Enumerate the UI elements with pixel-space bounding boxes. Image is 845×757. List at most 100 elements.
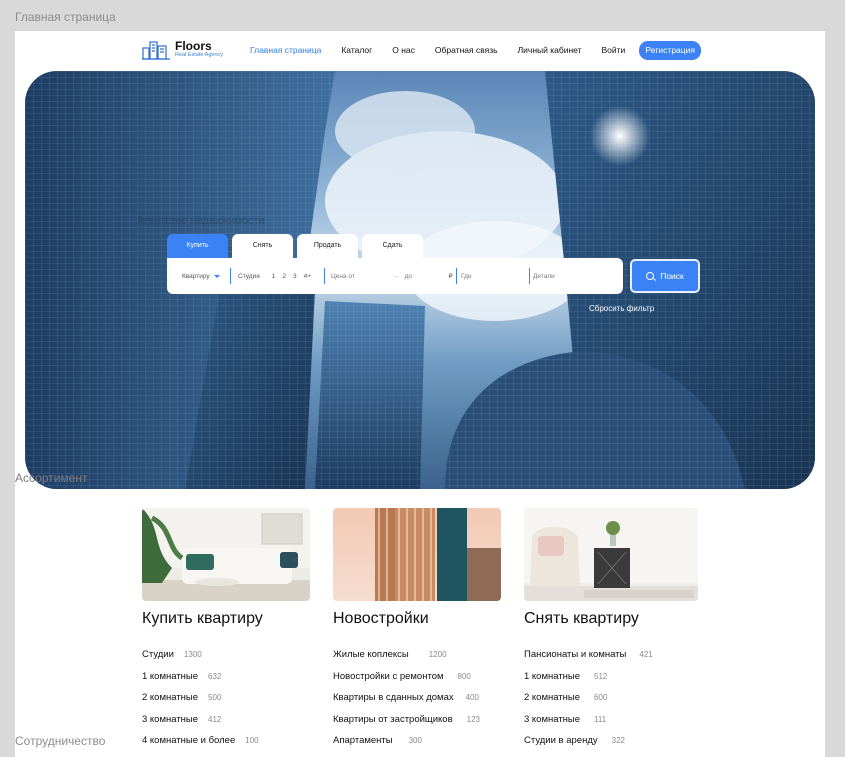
location-input[interactable]: Где (456, 268, 529, 284)
card-buy-apartment: Купить квартиру Студии 1300 1 комнатные 63… (142, 508, 310, 752)
buildings-logo-icon (142, 41, 170, 60)
list-item[interactable]: Студии в аренду 322 (524, 730, 698, 752)
item-label: Квартиры в сданных домах (333, 692, 454, 704)
item-label: 3 комнатные (524, 713, 581, 725)
deal-type-tabs: Купить Снять Продать Сдать (167, 234, 427, 258)
card-rent-apartment: Снять квартиру Пансионаты и комнаты 421 1… (524, 508, 698, 752)
item-label: 1 комнатные (142, 670, 199, 682)
search-button-label: Поиск (660, 271, 684, 281)
item-label: 2 комнатные (524, 692, 581, 704)
item-label: Жилые коплексы (333, 649, 409, 661)
item-count: 300 (408, 736, 422, 746)
site-header: Floors Real Estate Agency Главная страни… (15, 31, 825, 71)
main-nav: Главная страница Каталог О нас Обратная … (250, 40, 702, 60)
new-building-image[interactable] (333, 508, 501, 601)
details-input[interactable]: Детали (529, 268, 609, 284)
hero-banner: Агентство недвижимости Купить Снять Прод… (25, 71, 815, 489)
property-type-select[interactable]: Квартиру (167, 268, 230, 284)
ruble-icon: ₽ (448, 273, 453, 280)
nav-account[interactable]: Личный кабинет (518, 40, 582, 60)
list-item[interactable]: 1 комнатные 512 (524, 666, 698, 688)
list-item[interactable]: Апартаменты 300 (333, 730, 501, 752)
hero-title: Агентство недвижимости (137, 215, 265, 227)
nav-catalog[interactable]: Каталог (341, 40, 372, 60)
item-count: 600 (594, 693, 608, 703)
tab-buy[interactable]: Купить (167, 234, 228, 258)
location-placeholder: Где (461, 272, 472, 280)
list-item[interactable]: 2 комнатные 600 (524, 687, 698, 709)
item-label: 3 комнатные (142, 713, 199, 725)
tab-lease-out[interactable]: Сдать (362, 234, 423, 258)
living-room-image[interactable] (142, 508, 310, 601)
card-title: Снять квартиру (524, 610, 639, 627)
price-from-input[interactable]: Цена от (331, 273, 395, 280)
category-list: Жилые коплексы 1200 Новостройки с ремонто… (333, 644, 501, 752)
list-item[interactable]: 1 комнатные 632 (142, 666, 310, 688)
list-item[interactable]: Студии 1300 (142, 644, 310, 666)
list-item[interactable]: 2 комнатные 500 (142, 687, 310, 709)
item-count: 421 (639, 650, 653, 660)
list-item[interactable]: 3 комнатные 412 (142, 709, 310, 731)
card-title: Купить квартиру (142, 610, 263, 627)
item-count: 1300 (183, 650, 202, 660)
frame-label-assortment: Ассортимент (15, 471, 88, 485)
list-item[interactable]: Квартиры в сданных домах 400 (333, 687, 501, 709)
login-link[interactable]: Войти (602, 40, 626, 60)
logo-subtitle: Real Estate Agency (175, 51, 224, 58)
item-count: 400 (465, 693, 479, 703)
logo-name: Floors (175, 38, 212, 53)
card-new-buildings: Новостройки Жилые коплексы 1200 Новострой… (333, 508, 501, 752)
details-placeholder: Детали (533, 272, 555, 280)
rooms-option-2[interactable]: 2 (282, 273, 286, 280)
item-count: 123 (466, 714, 480, 724)
item-count: 800 (457, 671, 471, 681)
tab-rent[interactable]: Снять (232, 234, 293, 258)
list-item[interactable]: Квартиры от застройщиков 123 (333, 709, 501, 731)
rooms-option-1[interactable]: 1 (272, 273, 276, 280)
tab-sell[interactable]: Продать (297, 234, 358, 258)
frame-label-cooperation: Сотрудничество (15, 734, 106, 748)
item-count: 632 (208, 671, 222, 681)
price-to-input[interactable]: до (405, 273, 449, 280)
item-label: 4 комнатные и более (142, 735, 236, 747)
rooms-option-3[interactable]: 3 (293, 273, 297, 280)
item-count: 111 (594, 714, 607, 724)
item-label: 2 комнатные (142, 692, 199, 704)
item-label: Студии (142, 649, 174, 661)
nav-feedback[interactable]: Обратная связь (435, 40, 498, 60)
item-label: 1 комнатные (524, 670, 581, 682)
category-list: Студии 1300 1 комнатные 632 2 комнатные 500… (142, 644, 310, 752)
item-count: 412 (208, 714, 222, 724)
item-label: Апартаменты (333, 735, 393, 747)
card-title: Новостройки (333, 610, 429, 627)
list-item[interactable]: Жилые коплексы 1200 (333, 644, 501, 666)
list-item[interactable]: Новостройки с ремонтом 800 (333, 666, 501, 688)
list-item[interactable]: 4 комнатные и более 100 (142, 730, 310, 752)
rooms-option-4-plus[interactable]: 4+ (304, 273, 311, 280)
register-button[interactable]: Регистрация (639, 40, 702, 60)
price-separator: – (395, 272, 399, 280)
reset-filter-link[interactable]: Сбросить фильтр (589, 304, 654, 313)
rooms-filter: Студия 1 2 3 4+ (230, 268, 324, 284)
item-count: 512 (594, 671, 608, 681)
item-count: 100 (245, 736, 259, 746)
logo[interactable]: Floors Real Estate Agency (141, 38, 223, 60)
search-icon (646, 272, 655, 280)
property-type-value: Квартиру (182, 272, 210, 280)
rooms-option-studio[interactable]: Студия (238, 273, 260, 280)
list-item[interactable]: 3 комнатные 111 (524, 709, 698, 731)
category-list: Пансионаты и комнаты 421 1 комнатные 512 2… (524, 644, 698, 752)
frame-label-main-page: Главная страница (15, 10, 116, 24)
search-form: Квартиру Студия 1 2 3 4+ Цена от – до ₽ … (167, 258, 623, 294)
search-button[interactable]: Поиск (630, 259, 700, 293)
nav-home[interactable]: Главная страница (250, 40, 321, 60)
armchair-room-image[interactable] (524, 508, 698, 601)
item-count: 322 (611, 736, 625, 746)
list-item[interactable]: Пансионаты и комнаты 421 (524, 644, 698, 666)
item-count: 500 (208, 693, 222, 703)
nav-about[interactable]: О нас (392, 40, 415, 60)
price-filter: Цена от – до ₽ (324, 268, 456, 284)
item-count: 1200 (428, 650, 447, 660)
item-label: Пансионаты и комнаты (524, 649, 627, 661)
item-label: Студии в аренду (524, 735, 598, 747)
